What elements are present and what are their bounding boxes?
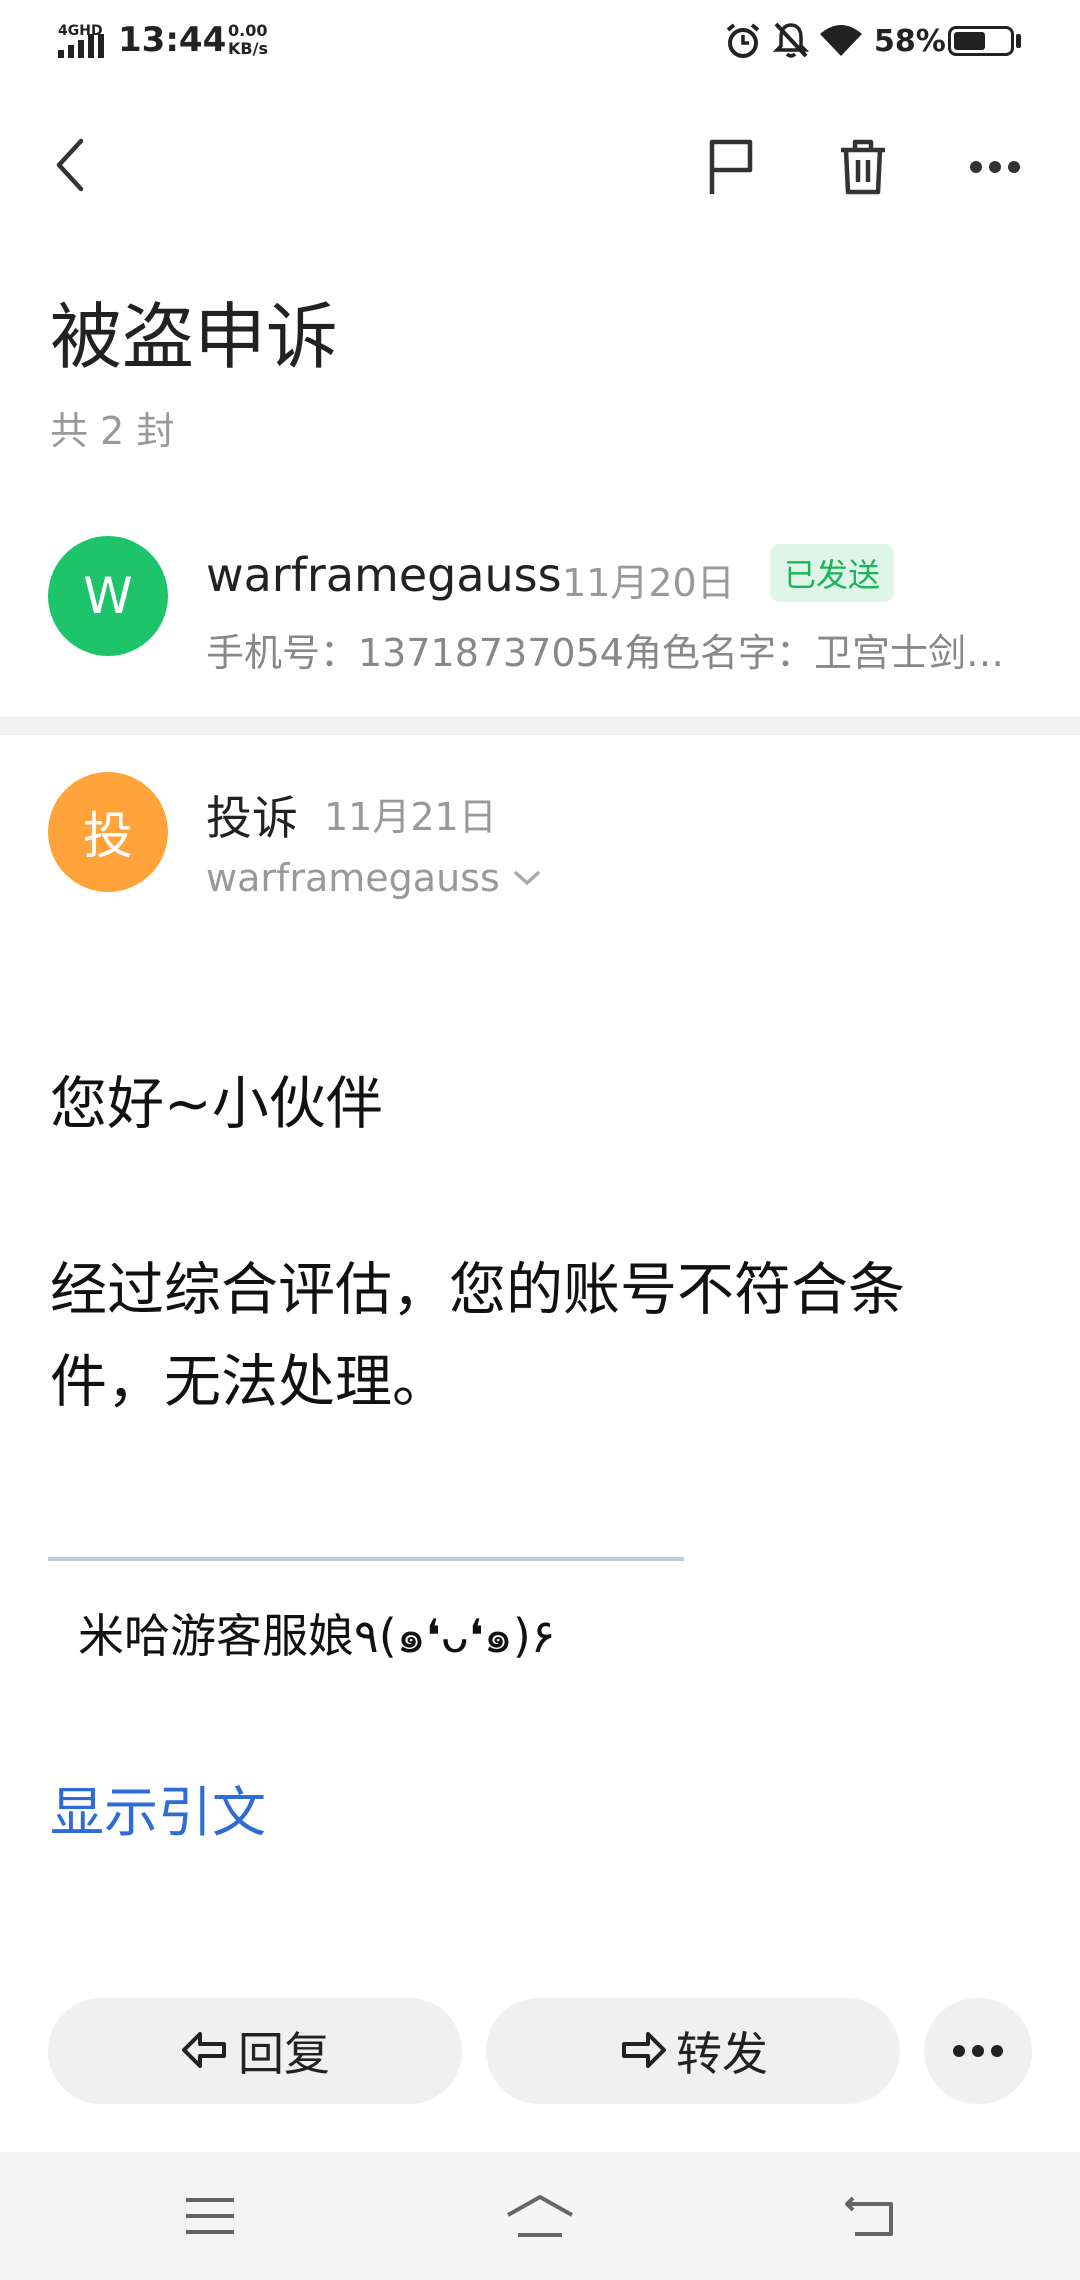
- recipient-name: warframegauss: [206, 856, 500, 900]
- sent-badge: 已发送: [770, 544, 895, 602]
- back-button[interactable]: [36, 130, 106, 200]
- signature-divider: [48, 1557, 684, 1561]
- reply-icon: [182, 2032, 226, 2068]
- status-bar: 4GHD 13:44 0.00 KB/s 58%: [0, 0, 1080, 84]
- delete-button[interactable]: [828, 132, 898, 202]
- sender-name: 投诉: [206, 791, 298, 845]
- more-button[interactable]: [960, 132, 1030, 202]
- signal-icon: [58, 34, 104, 58]
- clock: 13:44: [118, 20, 227, 60]
- nav-home-button[interactable]: [500, 2176, 580, 2256]
- trash-icon: [841, 139, 885, 195]
- battery-icon: [948, 26, 1014, 56]
- system-nav-bar: [0, 2152, 1080, 2280]
- show-quote-link[interactable]: 显示引文: [50, 1768, 266, 1847]
- forward-button[interactable]: 转发: [486, 1998, 900, 2104]
- battery-fill: [954, 32, 985, 50]
- message-collapsed[interactable]: W warframegauss 11月20日 已发送 手机号：137187370…: [0, 520, 1080, 710]
- menu-icon: [186, 2198, 234, 2234]
- home-icon: [507, 2195, 573, 2237]
- battery-tip: [1016, 34, 1021, 48]
- mute-icon: [772, 22, 810, 58]
- alarm-icon: [726, 23, 760, 58]
- message-preview: 手机号：13718737054角色名字：卫宫士剑…: [206, 631, 1004, 675]
- recipient-toggle[interactable]: warframegauss: [206, 856, 542, 900]
- more-actions-button[interactable]: [924, 1998, 1032, 2104]
- body-line: 经过综合评估，您的账号不符合条: [50, 1257, 905, 1323]
- body-greeting: 您好~小伙伴: [50, 1071, 383, 1137]
- nav-back-button[interactable]: [830, 2176, 910, 2256]
- thread-title: 被盗申诉: [50, 295, 339, 379]
- net-speed: 0.00 KB/s: [228, 21, 268, 58]
- return-icon: [845, 2196, 893, 2236]
- sender-name: warframegauss: [206, 548, 562, 602]
- thread-count: 共 2 封: [50, 409, 175, 453]
- flag-icon: [709, 139, 753, 194]
- back-arrow-icon: [56, 138, 84, 192]
- nav-menu-button[interactable]: [170, 2176, 250, 2256]
- wifi-icon: [820, 25, 862, 56]
- avatar: W: [48, 536, 168, 656]
- forward-icon: [622, 2032, 666, 2068]
- message-date: 11月20日: [562, 561, 735, 605]
- more-dots-icon: [953, 2045, 1003, 2057]
- avatar: 投: [48, 772, 168, 892]
- divider: [0, 717, 1080, 735]
- reply-button[interactable]: 回复: [48, 1998, 462, 2104]
- chevron-down-icon: [514, 871, 540, 886]
- message-date: 11月21日: [324, 795, 497, 839]
- flag-button[interactable]: [696, 132, 766, 202]
- more-dots-icon: [970, 161, 1020, 173]
- signature: 米哈游客服娘٩(๑❛ᴗ❛๑)۶: [78, 1609, 556, 1663]
- body-line: 件，无法处理。: [50, 1349, 449, 1415]
- battery-percent: 58%: [874, 24, 946, 59]
